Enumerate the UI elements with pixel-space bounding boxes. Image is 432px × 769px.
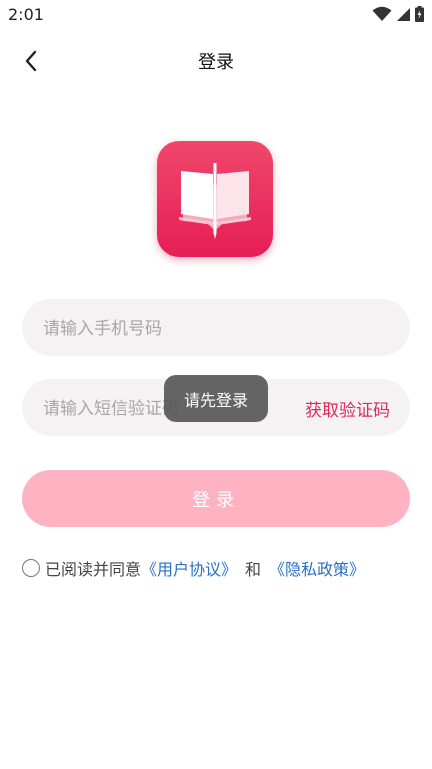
- app-logo: [157, 141, 273, 257]
- toast-message: 请先登录: [164, 375, 268, 422]
- cell-signal-icon: [397, 7, 410, 21]
- agreement-row: 已阅读并同意 《用户协议》 和 《隐私政策》: [22, 556, 365, 580]
- agreement-conjunction: 和: [245, 560, 262, 579]
- login-button[interactable]: 登录: [22, 470, 410, 527]
- app-logo-book-icon: [179, 163, 251, 239]
- page-title: 登录: [198, 52, 234, 73]
- phone-field[interactable]: [22, 299, 410, 358]
- user-agreement-link[interactable]: 《用户协议》: [141, 556, 237, 580]
- battery-icon: [415, 6, 424, 22]
- status-time: 2:01: [8, 5, 44, 24]
- status-bar: 2:01: [0, 0, 432, 30]
- agree-checkbox[interactable]: [22, 559, 40, 577]
- status-icons: [372, 6, 424, 22]
- wifi-icon: [372, 6, 392, 21]
- get-code-button[interactable]: 获取验证码: [305, 396, 390, 421]
- privacy-policy-link[interactable]: 《隐私政策》: [269, 556, 365, 580]
- nav-bar: 登录: [0, 38, 432, 82]
- phone-input[interactable]: [41, 299, 305, 358]
- agreement-prefix: 已阅读并同意: [45, 560, 142, 579]
